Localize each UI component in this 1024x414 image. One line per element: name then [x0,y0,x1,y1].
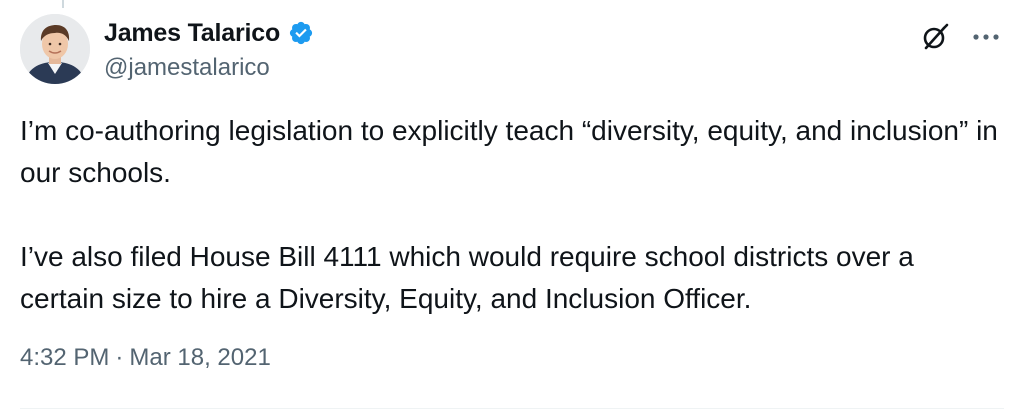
timestamp-separator: · [115,344,124,371]
author-block: James Talarico @jamestalarico [104,16,314,82]
divider [20,408,1004,409]
tweet-text: I’m co-authoring legislation to explicit… [20,110,1000,320]
thread-connector-line [62,0,64,8]
avatar[interactable] [20,14,90,84]
tweet-date[interactable]: Mar 18, 2021 [129,344,270,372]
tweet-timestamp[interactable]: 4:32 PM · Mar 18, 2021 [20,344,271,372]
verified-badge-icon[interactable] [288,20,314,46]
more-options-icon[interactable] [972,32,1000,42]
name-row: James Talarico [104,16,314,50]
author-display-name[interactable]: James Talarico [104,19,280,48]
tweet-top-actions [920,22,1000,52]
tweet-paragraph: I’ve also filed House Bill 4111 which wo… [20,241,914,314]
grok-icon[interactable] [920,22,950,52]
author-handle[interactable]: @jamestalarico [104,54,314,82]
tweet-paragraph: I’m co-authoring legislation to explicit… [20,115,998,188]
tweet-time[interactable]: 4:32 PM [20,344,109,372]
